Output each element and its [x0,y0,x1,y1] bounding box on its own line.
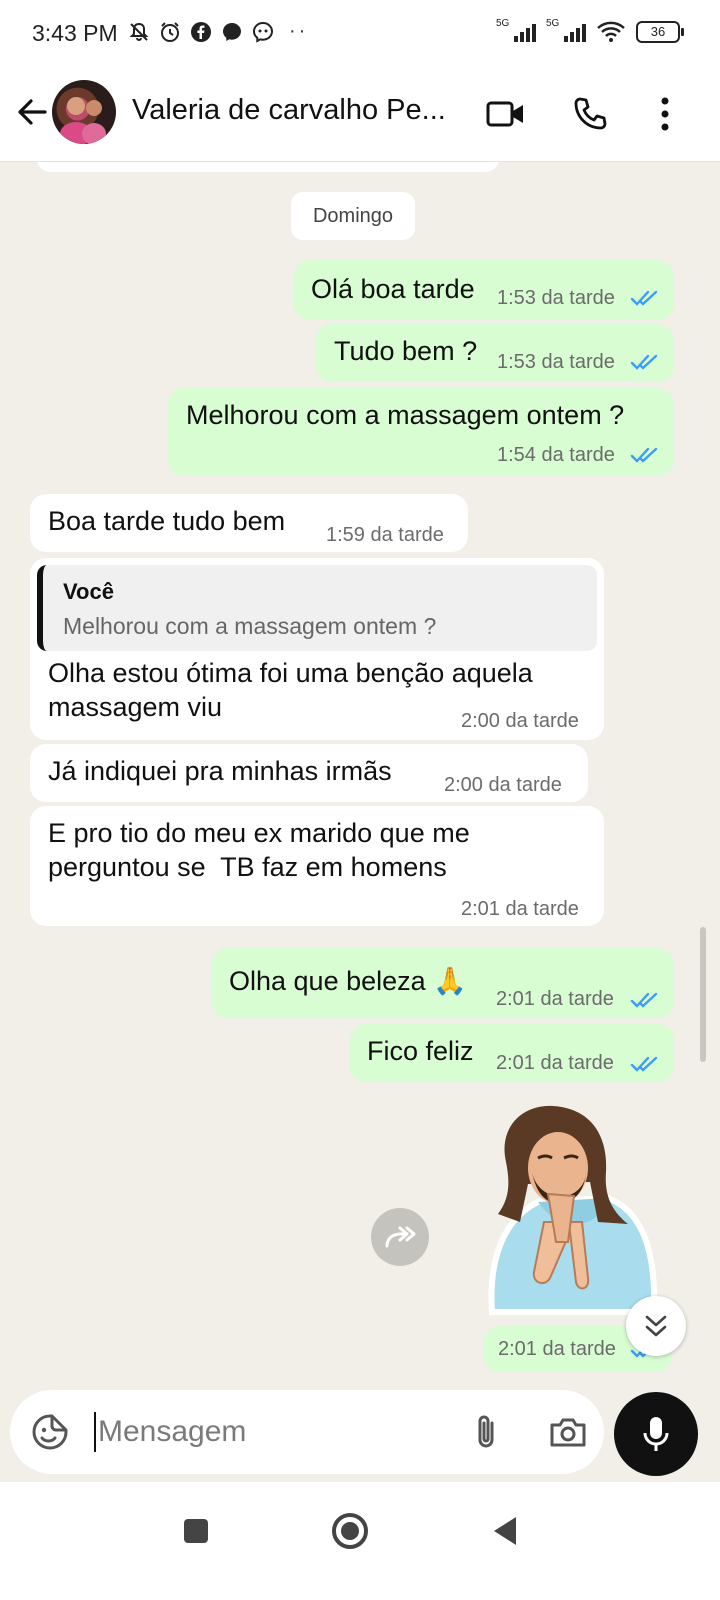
sticker-icon [32,1414,68,1450]
mute-bell-icon [128,21,150,43]
message-time: 2:01 da tarde [461,898,579,920]
notification-icons: ·· [128,20,308,43]
message-time: 2:00 da tarde [444,774,562,796]
sticker-emoji-button[interactable] [28,1410,72,1454]
signal-2-label: 5G [546,18,560,29]
status-time: 3:43 PM [32,20,118,46]
message-bubble-outgoing[interactable]: Fico feliz 2:01 da tarde [350,1024,674,1082]
message-time: 1:59 da tarde [326,524,444,546]
compose-bar [0,1390,720,1482]
forward-button[interactable] [371,1208,429,1266]
message-text: Olha que beleza 🙏 [229,966,467,996]
system-navigation-bar [0,1482,720,1600]
message-bubble-incoming[interactable]: Você Melhorou com a massagem ontem ? Olh… [30,558,604,740]
messenger-game-icon [252,21,274,43]
message-input-container[interactable] [10,1390,604,1474]
message-time: 2:01 da tarde [496,988,614,1010]
message-text-line-2: massagem viu [48,692,223,722]
message-text: Olá boa tarde [311,274,475,304]
attach-button[interactable] [464,1410,508,1454]
read-ticks-icon [630,354,658,370]
read-ticks-icon [630,290,658,306]
back-button[interactable] [12,92,52,132]
quote-author: Você [63,579,114,604]
camera-icon [550,1418,586,1447]
scrollbar[interactable] [700,927,706,1062]
video-call-button[interactable] [482,90,530,138]
video-call-icon [486,101,523,127]
alarm-icon [159,21,181,43]
read-ticks-icon [630,992,658,1008]
messenger-icon [221,21,243,43]
read-ticks-icon [630,447,658,463]
message-text: Melhorou com a massagem ontem ? [186,400,625,430]
message-text-line-1: Olha estou ótima foi uma benção aquela [48,658,533,688]
message-text: Fico feliz [367,1036,474,1066]
phone-icon [574,97,607,130]
message-bubble-outgoing[interactable]: Melhorou com a massagem ontem ? 1:54 da … [168,388,674,476]
text-caret [94,1412,96,1452]
message-bubble-incoming[interactable]: Boa tarde tudo bem 1:59 da tarde [30,494,468,552]
system-indicators: 5G 5G 36 [496,18,684,44]
facebook-icon [190,21,212,43]
message-input[interactable] [98,1408,448,1456]
message-time: 2:00 da tarde [461,710,579,732]
contact-name[interactable]: Valeria de carvalho Pe... [132,94,446,127]
paperclip-icon [478,1415,494,1448]
battery-indicator: 36 [636,21,684,43]
quoted-message[interactable]: Você Melhorou com a massagem ontem ? [37,565,597,651]
quote-text: Melhorou com a massagem ontem ? [63,613,437,639]
message-text: Tudo bem ? [334,336,478,366]
message-bubble-outgoing[interactable]: Olha que beleza 🙏 2:01 da tarde [212,948,674,1018]
more-vert-icon [661,97,669,131]
forward-icon [385,1226,416,1248]
signal-1-label: 5G [496,18,510,29]
praying-jesus-sticker[interactable] [478,1102,668,1322]
message-bubble-outgoing[interactable]: Tudo bem ? 1:53 da tarde [316,324,674,382]
voice-message-button[interactable] [614,1392,698,1476]
message-text-line-2: perguntou se TB faz em homens [48,852,447,882]
message-time: 1:53 da tarde [497,287,615,309]
more-dots-icon: ·· [289,20,309,42]
cell-signal-1-icon: 5G [496,18,536,44]
message-time: 1:54 da tarde [497,444,615,466]
voice-call-button[interactable] [566,90,614,138]
chat-area[interactable]: Domingo Olá boa tarde 1:53 da tarde Tudo… [0,162,720,1390]
message-text: Já indiquei pra minhas irmãs [48,756,392,786]
message-time: 1:53 da tarde [497,351,615,373]
scroll-to-bottom-button[interactable] [626,1296,686,1356]
message-text-line-1: E pro tio do meu ex marido que me [48,818,470,848]
date-chip: Domingo [291,192,415,240]
back-arrow-icon [18,99,47,125]
home-button[interactable] [325,1506,375,1556]
partial-message-bubble [36,162,500,172]
microphone-icon [643,1417,669,1451]
more-options-button[interactable] [641,90,689,138]
message-bubble-incoming[interactable]: Já indiquei pra minhas irmãs 2:00 da tar… [30,744,588,802]
message-time: 2:01 da tarde [496,1052,614,1074]
back-nav-button[interactable] [480,1506,530,1556]
recents-button[interactable] [171,1506,221,1556]
cell-signal-2-icon: 5G [546,18,586,44]
read-ticks-icon [630,1056,658,1072]
square-icon [184,1519,208,1543]
wifi-icon [596,21,626,43]
home-circle-icon [332,1513,368,1549]
message-text: Boa tarde tudo bem [48,506,286,536]
message-bubble-outgoing[interactable]: Olá boa tarde 1:53 da tarde [294,260,674,320]
camera-button[interactable] [544,1410,592,1454]
avatar[interactable] [52,80,116,144]
triangle-back-icon [494,1517,516,1545]
status-bar: 3:43 PM ·· 5G 5G 36 [0,0,720,66]
message-bubble-incoming[interactable]: E pro tio do meu ex marido que me pergun… [30,806,604,926]
chat-header: Valeria de carvalho Pe... [0,66,720,162]
message-time: 2:01 da tarde [498,1338,616,1360]
double-chevron-down-icon [645,1315,667,1337]
